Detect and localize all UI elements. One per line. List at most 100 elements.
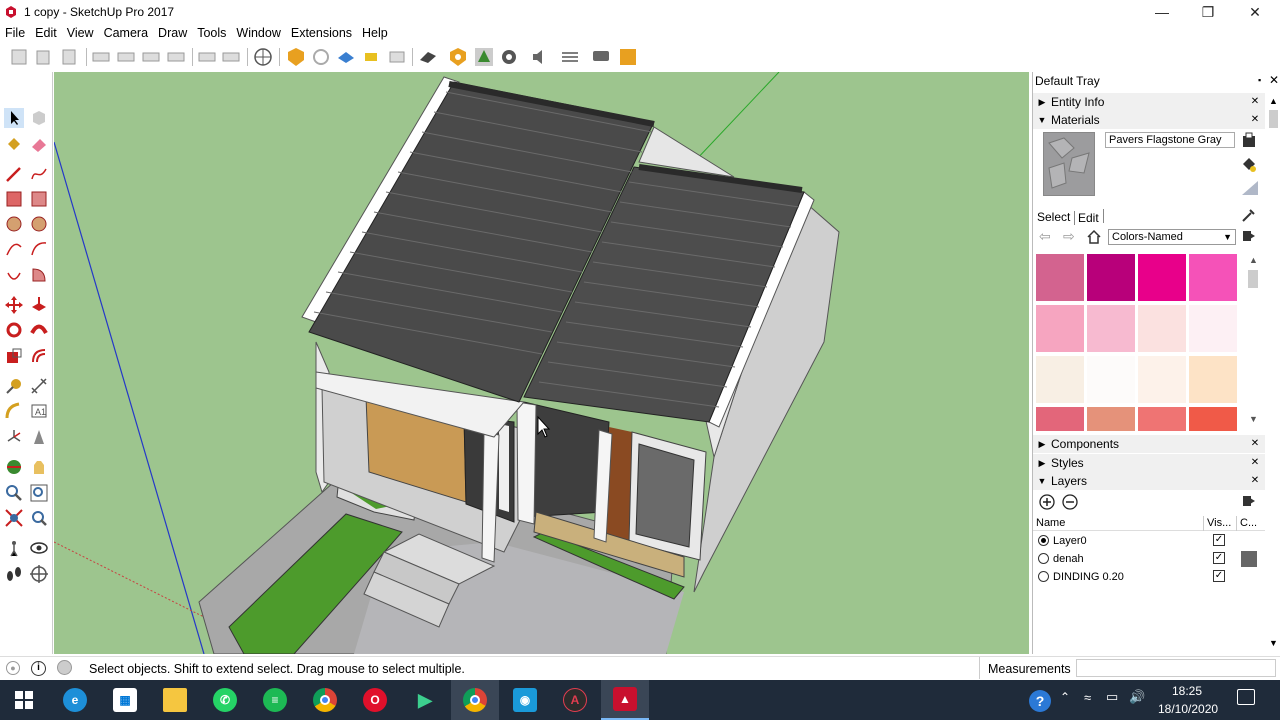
follow-me-icon[interactable] xyxy=(29,320,49,340)
visible-checkbox[interactable]: ✓ xyxy=(1213,534,1225,546)
taskbar-autocad[interactable]: A xyxy=(551,680,599,720)
entity-info-header[interactable]: ▶ Entity Info ✕ xyxy=(1033,93,1265,111)
info-circle-icon[interactable]: i xyxy=(31,661,46,676)
material-swatch[interactable] xyxy=(1087,407,1135,431)
panel-close-icon[interactable]: ✕ xyxy=(1249,437,1261,450)
clock-date[interactable]: 18/10/2020 xyxy=(1158,702,1218,716)
paint-bucket-icon[interactable] xyxy=(4,134,24,154)
layer-details-icon[interactable] xyxy=(1242,494,1256,508)
pan-hand-icon[interactable] xyxy=(29,457,49,477)
previous-view-icon[interactable] xyxy=(29,508,49,528)
section-plane-icon[interactable] xyxy=(417,46,439,68)
house-model[interactable] xyxy=(54,72,1029,654)
line-pencil-icon[interactable] xyxy=(4,164,24,184)
help-icon[interactable]: ? xyxy=(1029,690,1051,712)
active-layer-radio[interactable] xyxy=(1038,571,1049,582)
panel-close-icon[interactable]: ✕ xyxy=(1249,456,1261,469)
material-swatch[interactable] xyxy=(1087,305,1135,352)
tab-edit[interactable]: Edit xyxy=(1074,211,1099,225)
eraser-icon[interactable] xyxy=(29,134,49,154)
menu-file[interactable]: File xyxy=(0,26,30,40)
tray-scrollbar-thumb[interactable] xyxy=(1269,110,1278,128)
tape-measure-icon[interactable] xyxy=(4,376,24,396)
taskbar-chrome[interactable] xyxy=(301,680,349,720)
two-point-arc-icon[interactable] xyxy=(29,239,49,259)
walk-footprints-icon[interactable] xyxy=(4,564,24,584)
rectangle-icon[interactable] xyxy=(4,189,24,209)
select-arrow-icon[interactable] xyxy=(4,108,24,128)
material-swatch[interactable] xyxy=(1138,305,1186,352)
freehand-icon[interactable] xyxy=(29,164,49,184)
undo-icon[interactable] xyxy=(196,46,218,68)
shield-icon[interactable] xyxy=(447,46,469,68)
menu-view[interactable]: View xyxy=(62,26,99,40)
taskbar-edge[interactable]: e xyxy=(51,680,99,720)
layer-row[interactable]: Layer0 ✓ xyxy=(1033,533,1265,551)
col-color[interactable]: C... xyxy=(1240,517,1257,529)
eyedropper-icon[interactable] xyxy=(1241,207,1257,223)
taskbar-kinemaster[interactable]: ▶ xyxy=(401,680,449,720)
active-layer-radio[interactable] xyxy=(1038,553,1049,564)
taskbar-sketchup[interactable]: ▲ xyxy=(601,680,649,720)
move-icon[interactable] xyxy=(4,295,24,315)
make-component-icon[interactable] xyxy=(29,108,49,128)
menu-draw[interactable]: Draw xyxy=(153,26,192,40)
new-file-icon[interactable] xyxy=(8,46,30,68)
material-swatch[interactable] xyxy=(1087,254,1135,301)
rotate-icon[interactable] xyxy=(4,320,24,340)
save-file-icon[interactable] xyxy=(58,46,80,68)
circle-icon[interactable] xyxy=(4,214,24,234)
styles-header[interactable]: ▶ Styles ✕ xyxy=(1033,454,1265,472)
menu-camera[interactable]: Camera xyxy=(99,26,153,40)
paint-can-icon[interactable] xyxy=(1240,156,1258,174)
material-swatch[interactable] xyxy=(1189,254,1237,301)
swatch-scrollbar-thumb[interactable] xyxy=(1248,270,1258,288)
material-swatch[interactable] xyxy=(1036,305,1084,352)
rotated-rectangle-icon[interactable] xyxy=(29,189,49,209)
share-model-icon[interactable] xyxy=(310,46,332,68)
zoom-icon[interactable] xyxy=(4,483,24,503)
protractor-icon[interactable] xyxy=(4,401,24,421)
forward-arrow-icon[interactable]: ⇨ xyxy=(1063,228,1075,245)
menu-window[interactable]: Window xyxy=(231,26,285,40)
look-around-icon[interactable] xyxy=(29,538,49,558)
paste-icon[interactable] xyxy=(140,46,162,68)
material-swatch[interactable] xyxy=(1138,407,1186,431)
three-point-arc-icon[interactable] xyxy=(4,265,24,285)
user-account-icon[interactable] xyxy=(57,660,72,675)
panel-close-icon[interactable]: ✕ xyxy=(1249,95,1261,108)
menu-extensions[interactable]: Extensions xyxy=(286,26,357,40)
layer-color-swatch[interactable] xyxy=(1241,551,1257,567)
tray-scroll-down-icon[interactable]: ▼ xyxy=(1269,638,1278,648)
taskbar-app-blue[interactable]: ◉ xyxy=(501,680,549,720)
components-header[interactable]: ▶ Components ✕ xyxy=(1033,435,1265,453)
tab-select[interactable]: Select xyxy=(1037,210,1070,224)
chevron-up-icon[interactable]: ⌃ xyxy=(1060,690,1070,704)
create-material-icon[interactable] xyxy=(1242,132,1256,148)
wifi-icon[interactable]: ≈ xyxy=(1084,690,1091,705)
library-select[interactable]: Colors-Named ▼ xyxy=(1108,229,1236,245)
taskbar-spotify[interactable]: ≡ xyxy=(251,680,299,720)
extension-warehouse-icon[interactable] xyxy=(360,46,382,68)
col-name[interactable]: Name xyxy=(1036,517,1065,529)
taskbar-whatsapp[interactable]: ✆ xyxy=(201,680,249,720)
menu-edit[interactable]: Edit xyxy=(30,26,62,40)
resize-corner-icon[interactable] xyxy=(1240,179,1260,197)
erase-icon[interactable] xyxy=(165,46,187,68)
visible-checkbox[interactable]: ✓ xyxy=(1213,570,1225,582)
scroll-up-icon[interactable]: ▲ xyxy=(1249,255,1258,265)
material-name-field[interactable]: Pavers Flagstone Gray xyxy=(1105,132,1235,148)
material-swatch[interactable] xyxy=(1189,305,1237,352)
taskbar-chrome-active[interactable] xyxy=(451,680,499,720)
measurements-input[interactable] xyxy=(1076,659,1276,677)
section-plane-tool-icon[interactable] xyxy=(29,564,49,584)
geo-location-icon[interactable] xyxy=(252,46,274,68)
info-icon[interactable] xyxy=(617,46,639,68)
visible-checkbox[interactable]: ✓ xyxy=(1213,552,1225,564)
gear-icon[interactable] xyxy=(498,46,520,68)
panel-close-icon[interactable]: ✕ xyxy=(1249,474,1261,487)
minimize-button[interactable]: — xyxy=(1139,0,1185,24)
notification-icon[interactable] xyxy=(1237,689,1255,705)
dimension-icon[interactable] xyxy=(29,376,49,396)
taskbar-store[interactable]: ▦ xyxy=(101,680,149,720)
